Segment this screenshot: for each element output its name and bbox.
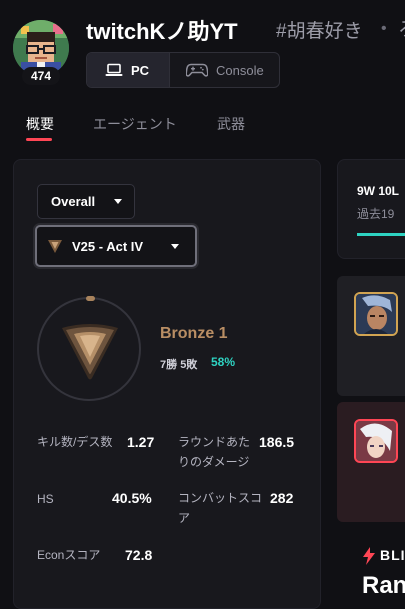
separator-dot: • — [381, 20, 387, 37]
platform-console-label: Console — [216, 62, 264, 78]
bronze-rank-icon — [58, 318, 122, 387]
promo-heading: Ran — [362, 572, 405, 599]
lightning-icon — [362, 547, 376, 570]
tab-weapons[interactable]: 武器 — [217, 114, 245, 134]
recent-record: 9W 10L — [357, 184, 400, 198]
gamepad-icon — [186, 63, 208, 77]
rank-progress-marker — [86, 296, 95, 301]
tab-overview[interactable]: 概要 — [26, 114, 54, 134]
chevron-down-icon — [114, 199, 122, 204]
stat-value-damage-per-round: 186.5 — [259, 434, 295, 450]
rank-name: Bronze 1 — [160, 325, 228, 342]
player-name: twitchKノ助YT — [86, 19, 238, 44]
recent-record-subtitle: 過去19 — [357, 207, 395, 221]
rank-wins: 7勝 — [160, 359, 178, 371]
agent-portrait-icon — [356, 421, 396, 461]
stat-label-combat-score: コンバットスコア — [178, 491, 263, 525]
tab-agents[interactable]: エージェント — [93, 114, 177, 134]
platform-pc-label: PC — [131, 62, 150, 78]
rank-win-loss: 7勝 5敗 — [160, 356, 197, 372]
agent-portrait-icon — [356, 294, 396, 334]
agent-portrait — [354, 419, 398, 463]
chevron-down-icon — [171, 243, 179, 249]
stat-value-econ-score: 72.8 — [125, 547, 153, 563]
account-level-badge: 474 — [22, 67, 60, 85]
player-tagline: #胡春好き — [276, 21, 363, 42]
laptop-icon — [105, 63, 123, 76]
agent-portrait — [354, 292, 398, 336]
stat-label-damage-per-round: ラウンドあたりのダメージ — [178, 435, 251, 469]
stat-label-kd: キル数/デス数 — [37, 435, 113, 449]
bronze-rank-small-icon — [48, 240, 62, 253]
brand-name: BLI — [380, 547, 405, 563]
rank-win-rate: 58% — [211, 355, 236, 369]
active-tab-indicator — [26, 138, 52, 141]
mode-dropdown-label: Overall — [51, 194, 96, 209]
platform-pc-button[interactable]: PC — [87, 53, 169, 87]
platform-console-button[interactable]: Console — [169, 53, 279, 87]
stat-label-econ-score: Econスコア — [37, 548, 101, 562]
platform-toggle: PC Console — [86, 52, 280, 88]
rank-losses: 5敗 — [180, 359, 198, 371]
act-dropdown[interactable]: V25 - Act IV — [35, 225, 197, 267]
stat-value-kd: 1.27 — [127, 434, 155, 450]
header-overflow-text: ろ — [398, 14, 405, 41]
stat-label-headshot: HS — [37, 492, 54, 506]
mode-dropdown[interactable]: Overall — [37, 184, 135, 219]
recent-winrate-bar — [357, 233, 405, 236]
stat-value-combat-score: 282 — [270, 490, 294, 506]
act-dropdown-label: V25 - Act IV — [72, 238, 144, 254]
stat-value-headshot: 40.5% — [112, 490, 152, 506]
